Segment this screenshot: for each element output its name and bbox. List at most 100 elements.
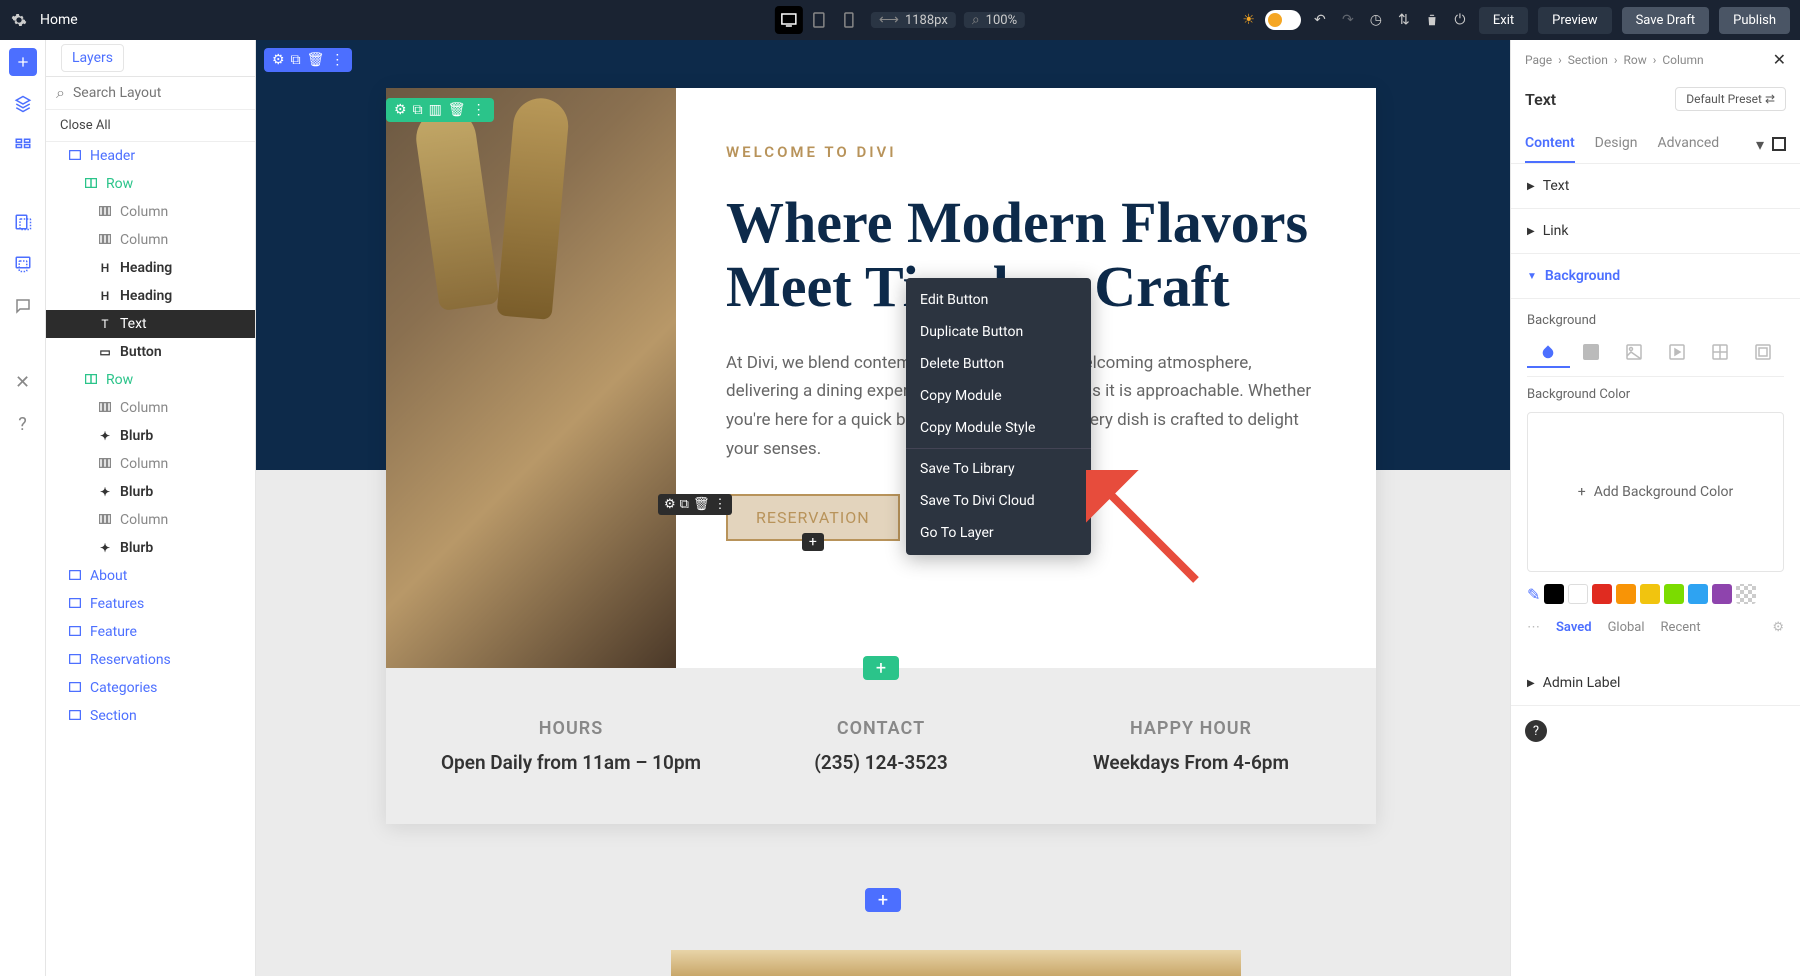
tools-icon[interactable]: ✕ <box>9 368 37 396</box>
publish-button[interactable]: Publish <box>1719 7 1790 34</box>
template-icon[interactable] <box>9 208 37 236</box>
layer-item-row[interactable]: Row <box>46 170 255 198</box>
mobile-icon[interactable] <box>835 6 863 34</box>
ctx-delete-button[interactable]: Delete Button <box>906 348 1091 380</box>
grid-icon[interactable] <box>9 132 37 160</box>
layer-item-categories[interactable]: Categories <box>46 674 255 702</box>
add-icon[interactable] <box>9 48 37 76</box>
trash-icon[interactable]: 🗑 <box>693 497 710 512</box>
section-toolbar[interactable]: ⚙⧉🗑⋮ <box>264 48 352 72</box>
layer-item-column[interactable]: Column <box>46 450 255 478</box>
layer-item-text[interactable]: TText <box>46 310 255 338</box>
layer-item-reservations[interactable]: Reservations <box>46 646 255 674</box>
gear-icon[interactable]: ⚙ <box>1772 620 1784 635</box>
swatch[interactable] <box>1616 584 1636 604</box>
gear-icon[interactable] <box>10 11 28 29</box>
more-icon[interactable]: ⋮ <box>713 497 726 512</box>
columns-icon[interactable]: ▥ <box>429 102 442 118</box>
accordion-link[interactable]: ▶Link <box>1511 209 1800 254</box>
colortab-global[interactable]: Global <box>1608 620 1645 635</box>
preset-button[interactable]: Default Preset ⇄ <box>1675 87 1786 111</box>
layer-item-button[interactable]: ▭Button <box>46 338 255 366</box>
bg-color-tab[interactable] <box>1527 338 1570 368</box>
add-bg-color-box[interactable]: +Add Background Color <box>1527 412 1784 572</box>
layer-item-section[interactable]: Section <box>46 702 255 730</box>
close-all[interactable]: Close All <box>46 110 255 142</box>
add-section-button[interactable]: + <box>865 888 901 912</box>
expand-icon[interactable] <box>1772 137 1786 151</box>
tab-advanced[interactable]: Advanced <box>1658 125 1720 163</box>
bc-row[interactable]: Row <box>1623 53 1646 67</box>
bc-section[interactable]: Section <box>1568 53 1608 67</box>
swatch[interactable] <box>1712 584 1732 604</box>
close-icon[interactable]: ✕ <box>1773 50 1786 69</box>
help-icon[interactable]: ? <box>9 410 37 438</box>
ctx-copy-module-style[interactable]: Copy Module Style <box>906 412 1091 444</box>
sliders-icon[interactable]: ⇅ <box>1395 11 1413 29</box>
layer-item-blurb[interactable]: ✦Blurb <box>46 534 255 562</box>
theme-toggle[interactable] <box>1265 10 1301 30</box>
redo-icon[interactable]: ↷ <box>1339 11 1357 29</box>
width-value[interactable]: 1188px <box>905 13 948 28</box>
bc-column[interactable]: Column <box>1662 53 1703 67</box>
undo-icon[interactable]: ↶ <box>1311 11 1329 29</box>
tablet-icon[interactable] <box>805 6 833 34</box>
layer-item-column[interactable]: Column <box>46 198 255 226</box>
chat-icon[interactable] <box>9 292 37 320</box>
desktop-icon[interactable] <box>775 6 803 34</box>
trash-icon[interactable]: 🗑 <box>307 52 325 68</box>
layer-item-heading[interactable]: HHeading <box>46 282 255 310</box>
layer-item-features[interactable]: Features <box>46 590 255 618</box>
bg-mask-tab[interactable] <box>1741 338 1784 368</box>
more-colors-icon[interactable]: ⋯ <box>1527 620 1540 635</box>
row-toolbar[interactable]: ⚙⧉▥🗑⋮ <box>386 98 494 122</box>
layer-item-header[interactable]: Header <box>46 142 255 170</box>
trash-icon[interactable]: 🗑 <box>448 102 466 118</box>
template2-icon[interactable] <box>9 250 37 278</box>
layer-item-row[interactable]: Row <box>46 366 255 394</box>
gear-icon[interactable]: ⚙ <box>272 52 285 68</box>
swatch-transparent[interactable] <box>1736 584 1756 604</box>
colortab-recent[interactable]: Recent <box>1661 620 1701 635</box>
help-icon[interactable]: ? <box>1525 720 1547 742</box>
accordion-background[interactable]: ▼Background <box>1511 254 1800 299</box>
save-draft-button[interactable]: Save Draft <box>1622 7 1710 34</box>
accordion-admin[interactable]: ▶Admin Label <box>1511 661 1800 706</box>
exit-button[interactable]: Exit <box>1479 7 1528 34</box>
layer-item-about[interactable]: About <box>46 562 255 590</box>
more-icon[interactable]: ⋮ <box>330 52 344 68</box>
bg-image-tab[interactable] <box>1613 338 1656 368</box>
tab-content[interactable]: Content <box>1525 125 1575 163</box>
search-input[interactable] <box>73 85 251 101</box>
zoom-value[interactable]: 100% <box>986 13 1017 28</box>
tab-design[interactable]: Design <box>1595 125 1638 163</box>
ctx-duplicate-button[interactable]: Duplicate Button <box>906 316 1091 348</box>
add-module-icon[interactable]: + <box>802 533 824 551</box>
trash-icon[interactable] <box>1423 11 1441 29</box>
module-toolbar[interactable]: ⚙ ⧉ 🗑⋮ <box>658 494 732 515</box>
eyedropper-icon[interactable]: ✎ <box>1527 585 1540 604</box>
power-icon[interactable]: ⏻ <box>1451 11 1469 29</box>
bc-page[interactable]: Page <box>1525 53 1552 67</box>
layer-item-column[interactable]: Column <box>46 506 255 534</box>
duplicate-icon[interactable]: ⧉ <box>680 497 689 512</box>
home-label[interactable]: Home <box>40 12 78 28</box>
layer-item-blurb[interactable]: ✦Blurb <box>46 478 255 506</box>
ctx-save-to-library[interactable]: Save To Library <box>906 453 1091 485</box>
ctx-go-to-layer[interactable]: Go To Layer <box>906 517 1091 549</box>
layer-item-column[interactable]: Column <box>46 394 255 422</box>
swatch[interactable] <box>1664 584 1684 604</box>
layer-item-feature[interactable]: Feature <box>46 618 255 646</box>
preview-button[interactable]: Preview <box>1538 7 1611 34</box>
swatch[interactable] <box>1568 584 1588 604</box>
gear-icon[interactable]: ⚙ <box>394 102 407 118</box>
duplicate-icon[interactable]: ⧉ <box>413 102 423 118</box>
button-module[interactable]: ⚙⧉🗑⋮ RESERVATION + <box>726 494 900 541</box>
layer-item-column[interactable]: Column <box>46 226 255 254</box>
bg-gradient-tab[interactable] <box>1570 338 1613 368</box>
gear-icon[interactable]: ⚙ <box>664 497 676 512</box>
history-icon[interactable]: ◷ <box>1367 11 1385 29</box>
bg-video-tab[interactable] <box>1655 338 1698 368</box>
bg-pattern-tab[interactable] <box>1698 338 1741 368</box>
layer-item-blurb[interactable]: ✦Blurb <box>46 422 255 450</box>
